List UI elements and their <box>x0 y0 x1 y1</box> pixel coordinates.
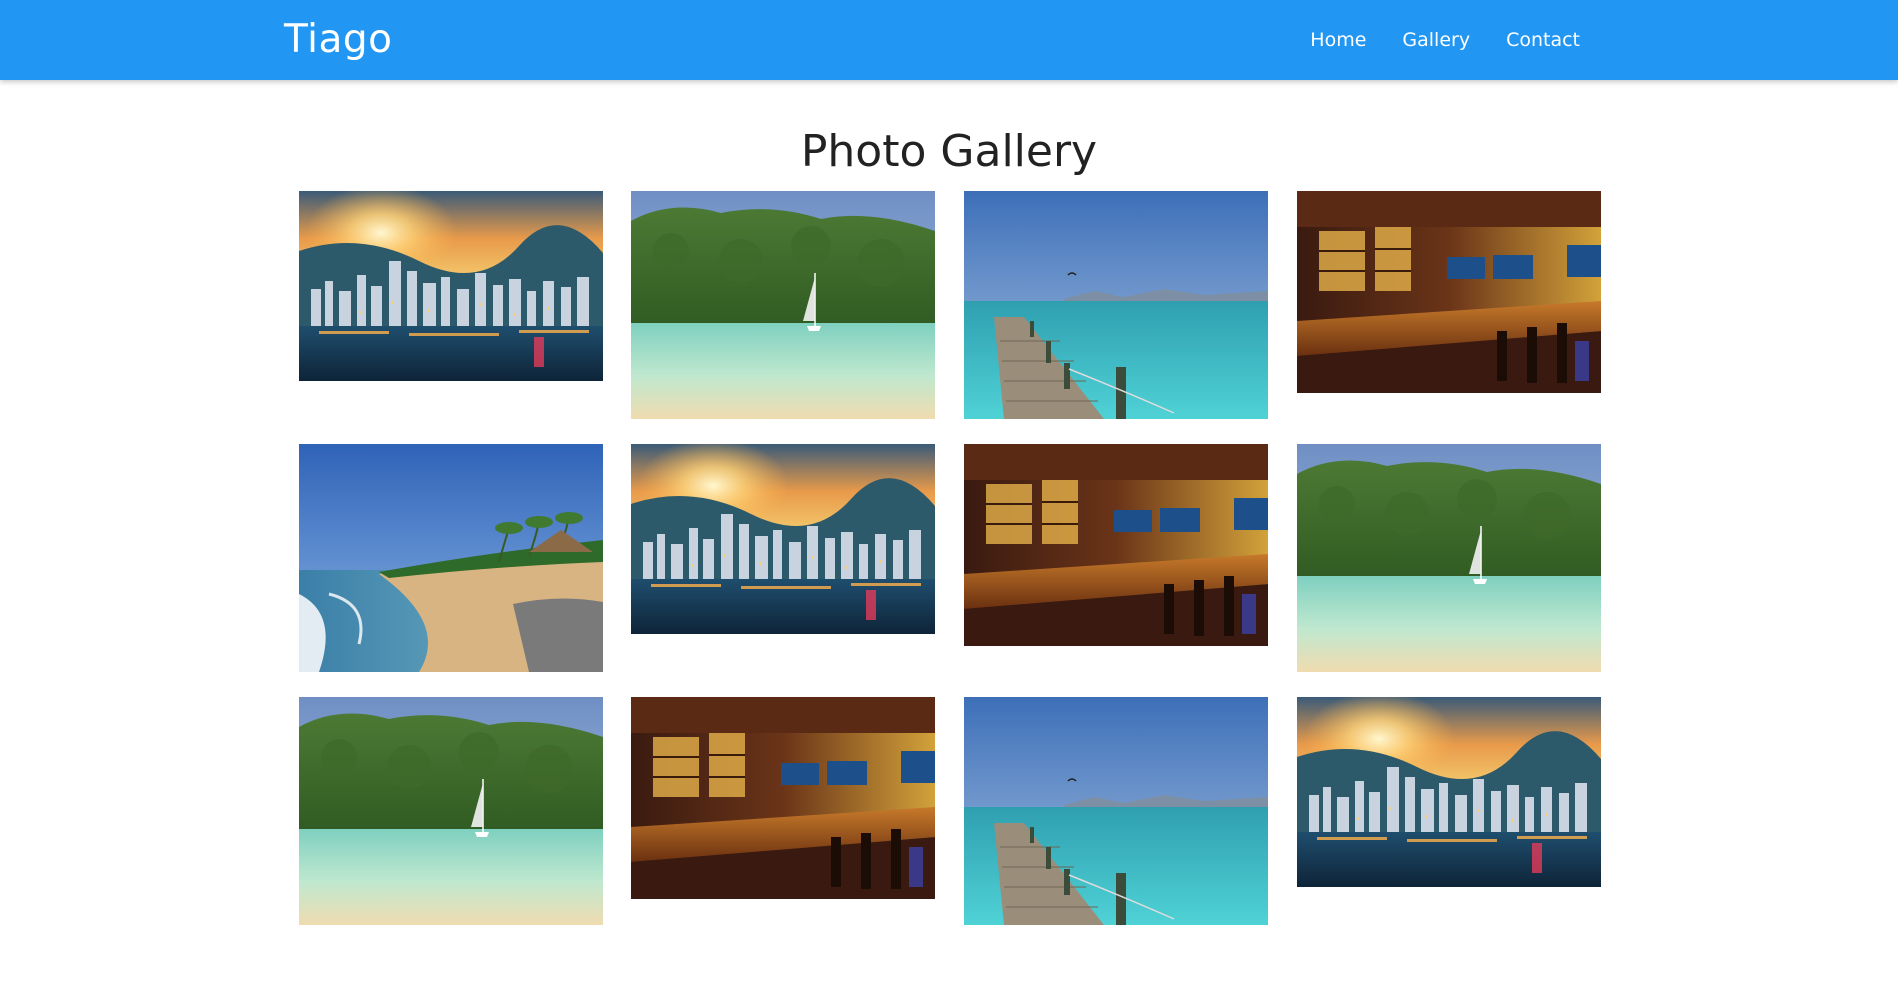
gallery-photo-city-sunset[interactable] <box>299 191 603 381</box>
photo-city-sunset <box>631 444 935 634</box>
nav-contact-link[interactable]: Contact <box>1488 0 1598 80</box>
photo-tropical-beach <box>299 444 603 672</box>
gallery-photo-bar-interior[interactable] <box>1297 191 1601 393</box>
gallery-photo-bar-interior[interactable] <box>631 697 935 899</box>
nav-gallery-link[interactable]: Gallery <box>1384 0 1488 80</box>
gallery-photo-bar-interior[interactable] <box>964 444 1268 646</box>
photo-sailboat-bay <box>631 191 935 419</box>
photo-pier-sea <box>964 697 1268 925</box>
gallery-photo-pier-sea[interactable] <box>964 191 1268 419</box>
photo-city-sunset <box>1297 697 1601 887</box>
gallery-photo-sailboat-bay[interactable] <box>631 191 935 419</box>
gallery-photo-city-sunset[interactable] <box>1297 697 1601 887</box>
nav-home-link[interactable]: Home <box>1292 0 1384 80</box>
nav-links: Home Gallery Contact <box>1292 0 1598 80</box>
gallery-photo-tropical-beach[interactable] <box>299 444 603 672</box>
photo-bar-interior <box>1297 191 1601 393</box>
photo-city-sunset <box>299 191 603 381</box>
gallery-photo-sailboat-bay[interactable] <box>1297 444 1601 672</box>
photo-bar-interior <box>964 444 1268 646</box>
brand-logo[interactable]: Tiago <box>284 16 392 64</box>
gallery-photo-city-sunset[interactable] <box>631 444 935 634</box>
navbar: Tiago Home Gallery Contact <box>0 0 1898 80</box>
photo-bar-interior <box>631 697 935 899</box>
photo-sailboat-bay <box>299 697 603 925</box>
page-title: Photo Gallery <box>800 126 1098 177</box>
photo-pier-sea <box>964 191 1268 419</box>
photo-sailboat-bay <box>1297 444 1601 672</box>
gallery-photo-sailboat-bay[interactable] <box>299 697 603 925</box>
gallery-photo-pier-sea[interactable] <box>964 697 1268 925</box>
